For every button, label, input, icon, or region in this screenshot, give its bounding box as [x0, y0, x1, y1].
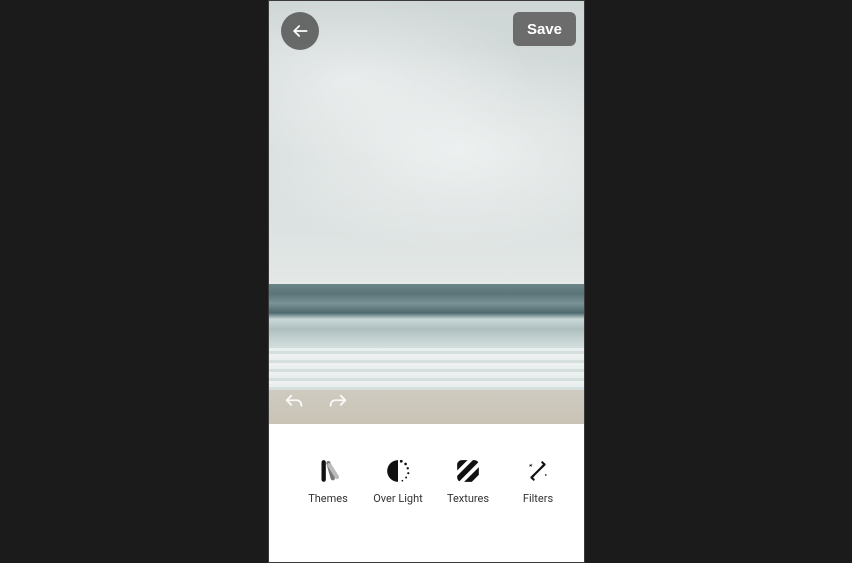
tool-label: Filters	[523, 492, 553, 505]
tool-filters[interactable]: Filters	[503, 458, 573, 505]
editor-screen: Save Themes Over Light	[268, 0, 585, 563]
history-controls	[283, 392, 349, 414]
filters-icon	[525, 458, 551, 484]
tool-over-light[interactable]: Over Light	[363, 458, 433, 505]
undo-button[interactable]	[283, 392, 305, 414]
save-button[interactable]: Save	[513, 12, 576, 46]
redo-button[interactable]	[327, 392, 349, 414]
arrow-left-icon	[290, 21, 310, 41]
image-canvas[interactable]: Save	[269, 1, 584, 424]
tool-label: Over Light	[373, 492, 423, 505]
toolbar: Themes Over Light Textures Filters	[269, 424, 584, 562]
over-light-icon	[385, 458, 411, 484]
tool-themes[interactable]: Themes	[293, 458, 363, 505]
back-button[interactable]	[281, 12, 319, 50]
tool-textures[interactable]: Textures	[433, 458, 503, 505]
textures-icon	[455, 458, 481, 484]
save-button-label: Save	[527, 21, 562, 38]
themes-icon	[315, 458, 341, 484]
tool-label: Themes	[308, 492, 348, 505]
tool-label: Textures	[447, 492, 489, 505]
tool-gradient[interactable]: Gradient	[573, 458, 584, 505]
tool-row[interactable]: Themes Over Light Textures Filters	[269, 458, 584, 530]
photo-sea	[269, 284, 584, 347]
